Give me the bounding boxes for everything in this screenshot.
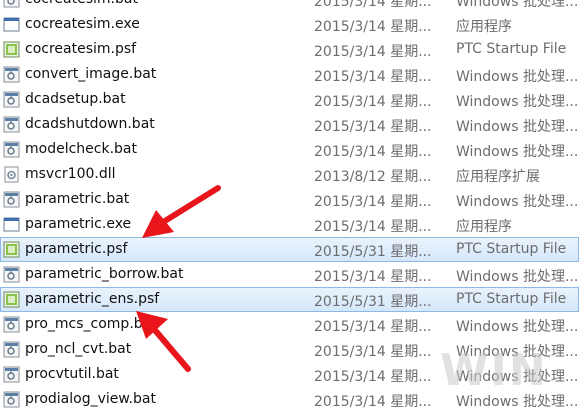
file-type: Windows 批处理... [456, 144, 579, 160]
exe-file-icon [3, 216, 20, 233]
file-date-modified: 2015/3/14 星期... [314, 319, 432, 335]
file-type: PTC Startup File [456, 291, 567, 307]
file-name: modelcheck.bat [25, 141, 137, 157]
batch-file-icon [3, 341, 20, 358]
file-type: Windows 批处理... [456, 194, 579, 210]
file-type: Windows 批处理... [456, 119, 579, 135]
file-name: parametric_ens.psf [25, 291, 160, 307]
file-row[interactable]: cocreatesim.bat 2015/3/14 星期... Windows 批处… [0, 0, 579, 12]
file-type: PTC Startup File [456, 241, 567, 257]
batch-file-icon [3, 116, 20, 133]
file-row[interactable]: modelcheck.bat 2015/3/14 星期... Windows 批处理… [0, 137, 579, 162]
file-name: parametric.psf [25, 241, 128, 257]
file-date-modified: 2015/5/31 星期... [314, 294, 432, 310]
file-name: cocreatesim.exe [25, 16, 140, 32]
file-date-modified: 2015/3/14 星期... [314, 194, 432, 210]
file-type: Windows 批处理... [456, 269, 579, 285]
file-date-modified: 2015/3/14 星期... [314, 44, 432, 60]
batch-file-icon [3, 366, 20, 383]
file-type: 应用程序 [456, 219, 512, 235]
file-type: 应用程序扩展 [456, 169, 540, 185]
file-row[interactable]: msvcr100.dll 2013/8/12 星期... 应用程序扩展 [0, 162, 579, 187]
file-name: pro_mcs_comp.bat [25, 316, 157, 332]
file-date-modified: 2015/5/31 星期... [314, 244, 432, 260]
file-row[interactable]: dcadshutdown.bat 2015/3/14 星期... Windows 批… [0, 112, 579, 137]
file-name: cocreatesim.bat [25, 0, 138, 7]
file-name: parametric.exe [25, 216, 132, 232]
file-date-modified: 2015/3/14 星期... [314, 119, 432, 135]
file-name: parametric_borrow.bat [25, 266, 184, 282]
file-row[interactable]: parametric.exe 2015/3/14 星期... 应用程序 [0, 212, 579, 237]
file-type: Windows 批处理... [456, 0, 579, 10]
file-date-modified: 2013/8/12 星期... [314, 169, 432, 185]
file-type: Windows 批处理... [456, 94, 579, 110]
file-type: 应用程序 [456, 19, 512, 35]
file-date-modified: 2015/3/14 星期... [314, 69, 432, 85]
file-name: dcadshutdown.bat [25, 116, 155, 132]
file-type: PTC Startup File [456, 41, 567, 57]
file-row[interactable]: parametric.bat 2015/3/14 星期... Windows 批处理… [0, 187, 579, 212]
file-date-modified: 2015/3/14 星期... [314, 369, 432, 385]
file-date-modified: 2015/3/14 星期... [314, 94, 432, 110]
batch-file-icon [3, 141, 20, 158]
file-row[interactable]: pro_mcs_comp.bat 2015/3/14 星期... Windows 批… [0, 312, 579, 337]
file-date-modified: 2015/3/14 星期... [314, 219, 432, 235]
batch-file-icon [3, 0, 20, 8]
file-date-modified: 2015/3/14 星期... [314, 144, 432, 160]
file-row[interactable]: cocreatesim.psf 2015/3/14 星期... PTC Startu… [0, 37, 579, 62]
file-row[interactable]: cocreatesim.exe 2015/3/14 星期... 应用程序 [0, 12, 579, 37]
file-name: procvtutil.bat [25, 366, 119, 382]
psf-file-icon [3, 41, 20, 58]
file-date-modified: 2015/3/14 星期... [314, 19, 432, 35]
batch-file-icon [3, 316, 20, 333]
watermark-logo-icon: WIN [440, 345, 548, 396]
file-date-modified: 2015/3/14 星期... [314, 394, 432, 410]
file-date-modified: 2015/3/14 星期... [314, 269, 432, 285]
file-name: convert_image.bat [25, 66, 157, 82]
psf-file-icon [3, 241, 20, 258]
file-date-modified: 2015/3/14 星期... [314, 344, 432, 360]
batch-file-icon [3, 266, 20, 283]
file-type: Windows 批处理... [456, 69, 579, 85]
file-type: Windows 批处理... [456, 319, 579, 335]
file-name: parametric.bat [25, 191, 130, 207]
batch-file-icon [3, 66, 20, 83]
file-row[interactable]: parametric_ens.psf 2015/5/31 星期... PTC Sta… [0, 287, 579, 312]
file-row[interactable]: convert_image.bat 2015/3/14 星期... Windows … [0, 62, 579, 87]
file-name: prodialog_view.bat [25, 391, 156, 407]
batch-file-icon [3, 191, 20, 208]
dll-file-icon [3, 166, 20, 183]
file-name: pro_ncl_cvt.bat [25, 341, 132, 357]
file-date-modified: 2015/3/14 星期... [314, 0, 432, 10]
exe-file-icon [3, 16, 20, 33]
file-name: msvcr100.dll [25, 166, 116, 182]
file-name: dcadsetup.bat [25, 91, 126, 107]
file-name: cocreatesim.psf [25, 41, 137, 57]
batch-file-icon [3, 91, 20, 108]
file-row[interactable]: parametric_borrow.bat 2015/3/14 星期... Wind… [0, 262, 579, 287]
file-row[interactable]: dcadsetup.bat 2015/3/14 星期... Windows 批处理.… [0, 87, 579, 112]
file-row[interactable]: parametric.psf 2015/5/31 星期... PTC Startup… [0, 237, 579, 262]
psf-file-icon [3, 291, 20, 308]
